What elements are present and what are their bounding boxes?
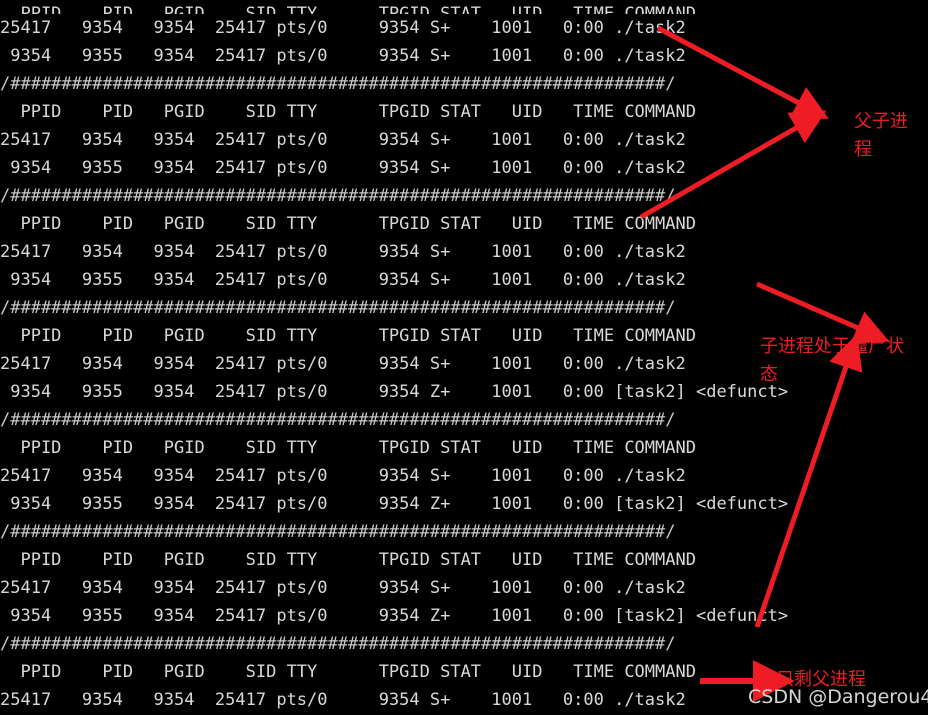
terminal-line-process: 25417 9354 9354 25417 pts/0 9354 S+ 1001… — [0, 578, 686, 598]
terminal-line-process: 9354 9355 9354 25417 pts/0 9354 Z+ 1001 … — [0, 382, 789, 402]
terminal-line-header: PPID PID PGID SID TTY TPGID STAT UID TIM… — [0, 4, 696, 14]
terminal-line-process: 9354 9355 9354 25417 pts/0 9354 S+ 1001 … — [0, 158, 686, 178]
terminal-line-separator: /#######################################… — [0, 74, 676, 94]
terminal-line-separator: /#######################################… — [0, 522, 676, 542]
terminal-line-process: 9354 9355 9354 25417 pts/0 9354 S+ 1001 … — [0, 46, 686, 66]
terminal-line-process: 25417 9354 9354 25417 pts/0 9354 S+ 1001… — [0, 130, 686, 150]
screenshot-root: PPID PID PGID SID TTY TPGID STAT UID TIM… — [0, 0, 928, 715]
terminal-line-process: 25417 9354 9354 25417 pts/0 9354 S+ 1001… — [0, 690, 686, 710]
terminal-line-header: PPID PID PGID SID TTY TPGID STAT UID TIM… — [0, 326, 696, 346]
terminal-line-process: 25417 9354 9354 25417 pts/0 9354 S+ 1001… — [0, 242, 686, 262]
terminal-line-separator: /#######################################… — [0, 410, 676, 430]
terminal-line-separator: /#######################################… — [0, 634, 676, 654]
terminal-line-header: PPID PID PGID SID TTY TPGID STAT UID TIM… — [0, 550, 696, 570]
terminal-line-process: 25417 9354 9354 25417 pts/0 9354 S+ 1001… — [0, 354, 686, 374]
terminal-line-process: 9354 9355 9354 25417 pts/0 9354 Z+ 1001 … — [0, 606, 789, 626]
terminal-output[interactable]: PPID PID PGID SID TTY TPGID STAT UID TIM… — [0, 0, 928, 715]
terminal-line-header: PPID PID PGID SID TTY TPGID STAT UID TIM… — [0, 438, 696, 458]
terminal-line-process: 9354 9355 9354 25417 pts/0 9354 Z+ 1001 … — [0, 494, 789, 514]
terminal-line-header: PPID PID PGID SID TTY TPGID STAT UID TIM… — [0, 102, 696, 122]
terminal-line-process: 25417 9354 9354 25417 pts/0 9354 S+ 1001… — [0, 466, 686, 486]
terminal-line-separator: /#######################################… — [0, 298, 676, 318]
terminal-line-separator: /#######################################… — [0, 186, 676, 206]
terminal-line-header: PPID PID PGID SID TTY TPGID STAT UID TIM… — [0, 662, 696, 682]
terminal-line-process: 9354 9355 9354 25417 pts/0 9354 S+ 1001 … — [0, 270, 686, 290]
terminal-line-header: PPID PID PGID SID TTY TPGID STAT UID TIM… — [0, 214, 696, 234]
terminal-line-process: 25417 9354 9354 25417 pts/0 9354 S+ 1001… — [0, 18, 686, 38]
